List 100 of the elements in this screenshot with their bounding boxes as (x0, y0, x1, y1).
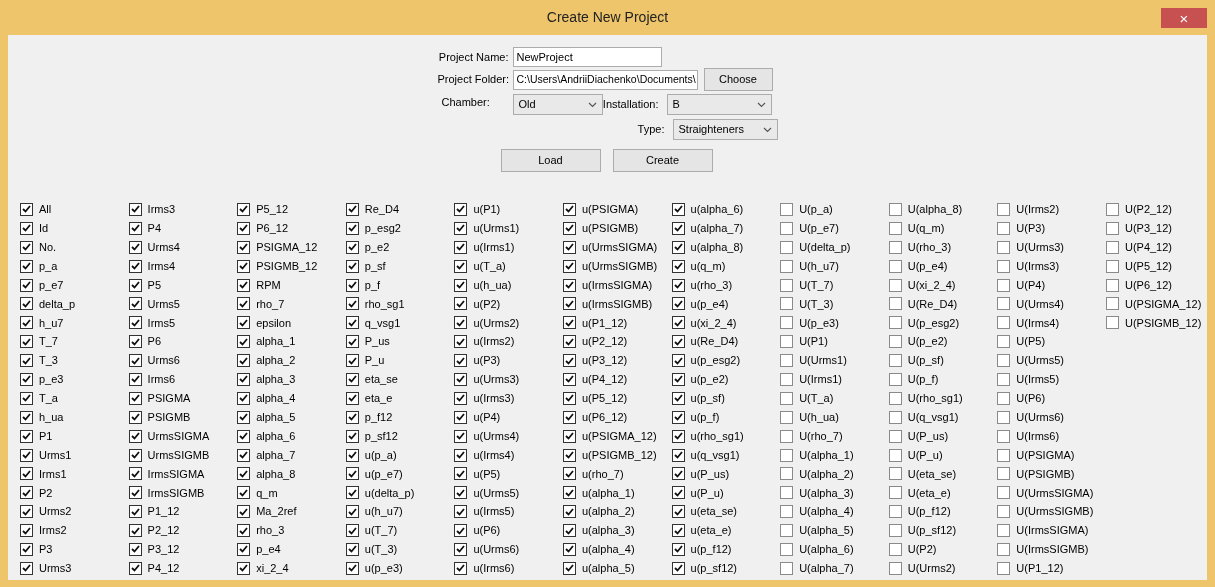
checkbox[interactable] (20, 542, 33, 556)
checkbox[interactable] (20, 486, 33, 500)
checkbox[interactable] (562, 354, 576, 368)
checkbox[interactable] (562, 467, 576, 481)
checkbox[interactable] (562, 429, 576, 443)
checkbox[interactable] (128, 486, 142, 500)
checkbox[interactable] (780, 486, 794, 500)
button[interactable]: Choose (703, 68, 773, 91)
checkbox[interactable] (780, 278, 794, 292)
checkbox[interactable] (671, 542, 685, 556)
checkbox[interactable] (20, 524, 33, 538)
checkbox[interactable] (671, 202, 685, 216)
checkbox[interactable] (671, 561, 685, 575)
checkbox[interactable] (237, 505, 251, 519)
checkbox[interactable] (454, 467, 468, 481)
checkbox[interactable] (345, 297, 359, 311)
checkbox[interactable] (997, 240, 1011, 254)
checkbox[interactable] (671, 354, 685, 368)
checkbox[interactable] (237, 278, 251, 292)
checkbox[interactable] (562, 486, 576, 500)
checkbox[interactable] (345, 221, 359, 235)
checkbox[interactable] (997, 410, 1011, 424)
checkbox[interactable] (454, 524, 468, 538)
checkbox[interactable] (454, 240, 468, 254)
checkbox[interactable] (888, 467, 902, 481)
checkbox[interactable] (671, 524, 685, 538)
checkbox[interactable] (1105, 297, 1119, 311)
checkbox[interactable] (128, 278, 142, 292)
checkbox[interactable] (345, 561, 359, 575)
checkbox[interactable] (888, 278, 902, 292)
checkbox[interactable] (888, 561, 902, 575)
checkbox[interactable] (780, 240, 794, 254)
checkbox[interactable] (562, 542, 576, 556)
checkbox[interactable] (780, 505, 794, 519)
checkbox[interactable] (20, 467, 33, 481)
checkbox[interactable] (454, 259, 468, 273)
checkbox[interactable] (454, 448, 468, 462)
checkbox[interactable] (997, 391, 1011, 405)
checkbox[interactable] (780, 448, 794, 462)
checkbox[interactable] (237, 410, 251, 424)
checkbox[interactable] (237, 542, 251, 556)
checkbox[interactable] (128, 448, 142, 462)
checkbox[interactable] (237, 316, 251, 330)
checkbox[interactable] (780, 410, 794, 424)
checkbox[interactable] (128, 391, 142, 405)
checkbox[interactable] (562, 372, 576, 386)
checkbox[interactable] (888, 505, 902, 519)
checkbox[interactable] (345, 354, 359, 368)
checkbox[interactable] (237, 240, 251, 254)
checkbox[interactable] (237, 372, 251, 386)
checkbox[interactable] (237, 259, 251, 273)
checkbox[interactable] (454, 429, 468, 443)
checkbox[interactable] (1105, 259, 1119, 273)
checkbox[interactable] (20, 391, 33, 405)
checkbox[interactable] (345, 259, 359, 273)
checkbox[interactable] (128, 202, 142, 216)
checkbox[interactable] (237, 297, 251, 311)
checkbox[interactable] (128, 372, 142, 386)
checkbox[interactable] (128, 561, 142, 575)
checkbox[interactable] (671, 316, 685, 330)
checkbox[interactable] (888, 410, 902, 424)
checkbox[interactable] (454, 486, 468, 500)
checkbox[interactable] (20, 448, 33, 462)
checkbox[interactable] (237, 429, 251, 443)
checkbox[interactable] (1105, 316, 1119, 330)
checkbox[interactable] (562, 448, 576, 462)
checkbox[interactable] (997, 316, 1011, 330)
checkbox[interactable] (888, 524, 902, 538)
checkbox[interactable] (888, 240, 902, 254)
checkbox[interactable] (345, 391, 359, 405)
checkbox[interactable] (888, 297, 902, 311)
checkbox[interactable] (1105, 240, 1119, 254)
checkbox[interactable] (20, 297, 33, 311)
checkbox[interactable] (997, 486, 1011, 500)
checkbox[interactable] (345, 316, 359, 330)
checkbox[interactable] (128, 467, 142, 481)
checkbox[interactable] (20, 259, 33, 273)
checkbox[interactable] (20, 240, 33, 254)
checkbox[interactable] (128, 542, 142, 556)
checkbox[interactable] (671, 505, 685, 519)
checkbox[interactable] (997, 335, 1011, 349)
checkbox[interactable] (20, 505, 33, 519)
checkbox[interactable] (20, 278, 33, 292)
checkbox[interactable] (20, 372, 33, 386)
checkbox[interactable] (1105, 202, 1119, 216)
checkbox[interactable] (997, 524, 1011, 538)
checkbox[interactable] (671, 335, 685, 349)
dropdown[interactable]: Old (512, 94, 603, 115)
checkbox[interactable] (345, 524, 359, 538)
checkbox[interactable] (671, 278, 685, 292)
checkbox[interactable] (237, 335, 251, 349)
checkbox[interactable] (562, 278, 576, 292)
checkbox[interactable] (780, 259, 794, 273)
checkbox[interactable] (345, 486, 359, 500)
checkbox[interactable] (454, 278, 468, 292)
checkbox[interactable] (780, 372, 794, 386)
checkbox[interactable] (345, 429, 359, 443)
checkbox[interactable] (562, 297, 576, 311)
checkbox[interactable] (780, 542, 794, 556)
checkbox[interactable] (671, 297, 685, 311)
